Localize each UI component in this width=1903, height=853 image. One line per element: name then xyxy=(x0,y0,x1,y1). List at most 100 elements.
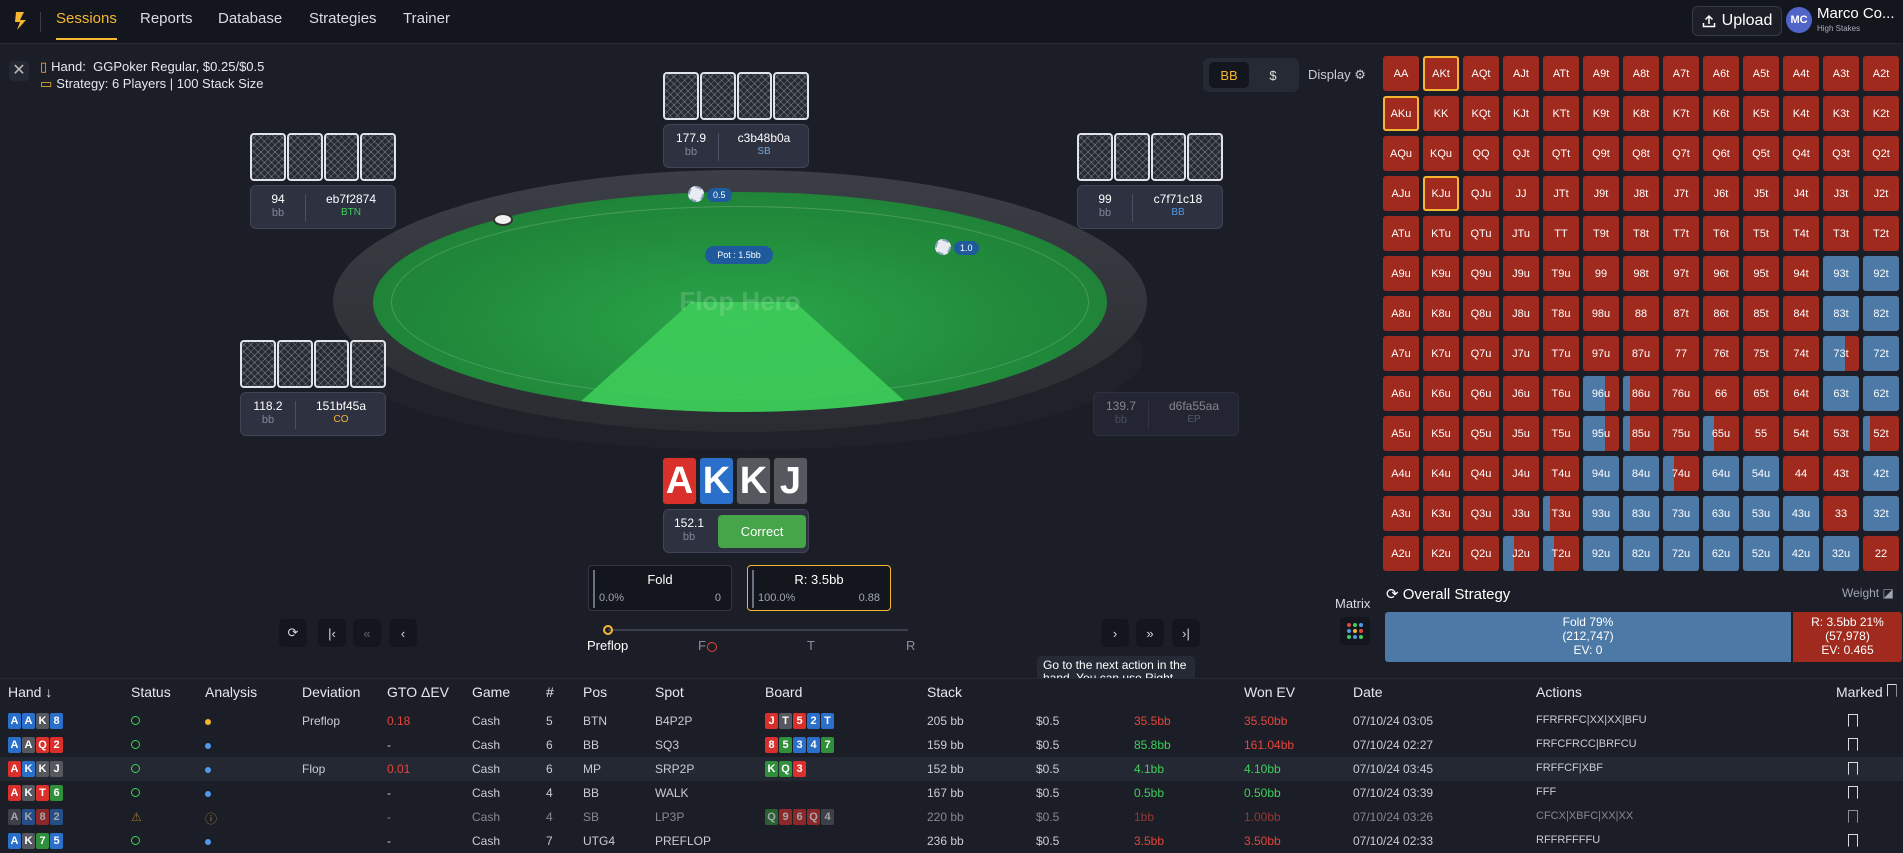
table-row[interactable]: A K 8 2 ⚠ ⓘ - Cash 4 SB LP3P Q 9 6 Q 4 220 bb $0.5 1bb 1.00… xyxy=(0,805,1903,829)
matrix-cell[interactable]: 96u xyxy=(1583,376,1619,411)
matrix-cell[interactable]: Q3t xyxy=(1823,136,1859,171)
matrix-cell[interactable]: A4t xyxy=(1783,56,1819,91)
matrix-cell[interactable]: 96t xyxy=(1703,256,1739,291)
matrix-cell[interactable]: 42t xyxy=(1863,456,1899,491)
matrix-cell[interactable]: T5t xyxy=(1743,216,1779,251)
matrix-cell[interactable]: 87t xyxy=(1663,296,1699,331)
col-board[interactable]: Board xyxy=(765,684,802,700)
matrix-cell[interactable]: 83u xyxy=(1623,496,1659,531)
matrix-cell[interactable]: K9u xyxy=(1423,256,1459,291)
matrix-cell[interactable]: AJu xyxy=(1383,176,1419,211)
matrix-cell[interactable]: 88 xyxy=(1623,296,1659,331)
matrix-cell[interactable]: AA xyxy=(1383,56,1419,91)
matrix-cell[interactable]: 86t xyxy=(1703,296,1739,331)
matrix-cell[interactable]: 72u xyxy=(1663,536,1699,571)
matrix-cell[interactable]: 86u xyxy=(1623,376,1659,411)
matrix-cell[interactable]: 64u xyxy=(1703,456,1739,491)
col-won-ev[interactable]: Won EV xyxy=(1244,684,1295,700)
close-icon[interactable]: ✕ xyxy=(9,61,29,81)
matrix-cell[interactable]: T9u xyxy=(1543,256,1579,291)
matrix-cell[interactable]: T2u xyxy=(1543,536,1579,571)
matrix-cell[interactable]: 53t xyxy=(1823,416,1859,451)
matrix-cell[interactable]: 32u xyxy=(1823,536,1859,571)
matrix-cell[interactable]: Q7t xyxy=(1663,136,1699,171)
matrix-cell[interactable]: Q7u xyxy=(1463,336,1499,371)
matrix-cell[interactable]: 93u xyxy=(1583,496,1619,531)
unit-dollar-button[interactable]: $ xyxy=(1253,62,1293,88)
matrix-cell[interactable]: ATu xyxy=(1383,216,1419,251)
table-row[interactable]: A K K J Flop 0.01 Cash 6 MP SRP2P K Q 3 152 bb $0.5 4.1… xyxy=(0,757,1903,781)
matrix-cell[interactable]: J9u xyxy=(1503,256,1539,291)
matrix-cell[interactable]: 62u xyxy=(1703,536,1739,571)
matrix-cell[interactable]: K6t xyxy=(1703,96,1739,131)
matrix-cell[interactable]: T2t xyxy=(1863,216,1899,251)
matrix-cell[interactable]: K7u xyxy=(1423,336,1459,371)
col-analysis[interactable]: Analysis xyxy=(205,684,257,700)
display-settings-button[interactable]: Display ⚙ xyxy=(1308,67,1366,83)
table-row[interactable]: A K 7 5- Cash 7 UTG4 PREFLOP 236 bb $0.5 3.5bb 3.50… xyxy=(0,829,1903,853)
matrix-cell[interactable]: Q4u xyxy=(1463,456,1499,491)
matrix-cell[interactable]: Q8u xyxy=(1463,296,1499,331)
matrix-cell[interactable]: 72t xyxy=(1863,336,1899,371)
fast-forward-icon[interactable]: » xyxy=(1136,619,1164,647)
matrix-cell[interactable]: JJ xyxy=(1503,176,1539,211)
matrix-cell[interactable]: TT xyxy=(1543,216,1579,251)
col-actions[interactable]: Actions xyxy=(1536,684,1582,700)
matrix-cell[interactable]: J2u xyxy=(1503,536,1539,571)
matrix-cell[interactable]: 63t xyxy=(1823,376,1859,411)
matrix-cell[interactable]: Q9t xyxy=(1583,136,1619,171)
matrix-cell[interactable]: T8u xyxy=(1543,296,1579,331)
bookmark-icon[interactable] xyxy=(1848,762,1858,778)
matrix-cell[interactable]: JTu xyxy=(1503,216,1539,251)
flophero-logo-icon[interactable] xyxy=(12,10,30,32)
matrix-cell[interactable]: A9t xyxy=(1583,56,1619,91)
bookmark-icon[interactable] xyxy=(1848,714,1858,730)
upload-button[interactable]: Upload xyxy=(1692,6,1782,36)
matrix-cell[interactable]: Q2t xyxy=(1863,136,1899,171)
matrix-cell[interactable]: 92t xyxy=(1863,256,1899,291)
bookmark-icon[interactable] xyxy=(1848,810,1858,826)
matrix-cell[interactable]: AQu xyxy=(1383,136,1419,171)
matrix-cell[interactable]: 44 xyxy=(1783,456,1819,491)
matrix-cell[interactable]: Q8t xyxy=(1623,136,1659,171)
step-back-icon[interactable]: ‹ xyxy=(389,619,417,647)
matrix-cell[interactable]: 94t xyxy=(1783,256,1819,291)
matrix-cell[interactable]: J4t xyxy=(1783,176,1819,211)
matrix-cell[interactable]: 82u xyxy=(1623,536,1659,571)
matrix-cell[interactable]: J4u xyxy=(1503,456,1539,491)
matrix-cell[interactable]: J3u xyxy=(1503,496,1539,531)
matrix-cell[interactable]: K6u xyxy=(1423,376,1459,411)
street-turn[interactable]: T xyxy=(807,638,815,653)
step-forward-icon[interactable]: › xyxy=(1101,619,1129,647)
col-date[interactable]: Date xyxy=(1353,684,1383,700)
unit-bb-button[interactable]: BB xyxy=(1209,62,1249,88)
matrix-cell[interactable]: A9u xyxy=(1383,256,1419,291)
col-spot[interactable]: Spot xyxy=(655,684,684,700)
matrix-cell[interactable]: Q6u xyxy=(1463,376,1499,411)
bookmark-icon[interactable] xyxy=(1848,738,1858,754)
matrix-cell[interactable]: 74u xyxy=(1663,456,1699,491)
matrix-cell[interactable]: J6u xyxy=(1503,376,1539,411)
matrix-cell[interactable]: ATt xyxy=(1543,56,1579,91)
matrix-cell[interactable]: A5t xyxy=(1743,56,1779,91)
matrix-cell[interactable]: 99 xyxy=(1583,256,1619,291)
matrix-cell[interactable]: KTu xyxy=(1423,216,1459,251)
matrix-cell[interactable]: 75u xyxy=(1663,416,1699,451)
matrix-cell[interactable]: 63u xyxy=(1703,496,1739,531)
matrix-cell[interactable]: A3t xyxy=(1823,56,1859,91)
matrix-cell[interactable]: A2u xyxy=(1383,536,1419,571)
matrix-cell[interactable]: 73u xyxy=(1663,496,1699,531)
col-status[interactable]: Status xyxy=(131,684,171,700)
matrix-cell[interactable]: T3u xyxy=(1543,496,1579,531)
matrix-cell[interactable]: 43t xyxy=(1823,456,1859,491)
matrix-cell[interactable]: AKu xyxy=(1383,96,1419,131)
matrix-cell[interactable]: QTt xyxy=(1543,136,1579,171)
matrix-cell[interactable]: 54t xyxy=(1783,416,1819,451)
matrix-cell[interactable]: A8u xyxy=(1383,296,1419,331)
col-gto-ev[interactable]: GTO ΔEV xyxy=(387,684,449,700)
bookmark-icon[interactable] xyxy=(1848,834,1858,850)
avatar[interactable]: MC xyxy=(1786,7,1812,33)
matrix-cell[interactable]: J2t xyxy=(1863,176,1899,211)
matrix-cell[interactable]: 43u xyxy=(1783,496,1819,531)
matrix-cell[interactable]: 85t xyxy=(1743,296,1779,331)
